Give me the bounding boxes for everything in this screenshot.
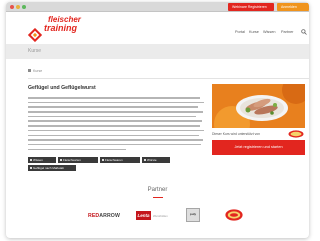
article-body-text [28,97,206,153]
partner-heading: Partner [147,187,168,193]
partner-puly-wordmark: puly [189,212,197,216]
maximize-window-icon[interactable] [22,5,26,9]
page-title: Kurse [28,48,42,54]
browser-title-bar: Webinare Registrieren Anmelden [6,2,309,12]
partner-red-arrow-word2: ARROW [99,213,120,219]
tag-fleischwaren[interactable]: Fleischwaren [100,157,140,163]
browser-window: Webinare Registrieren Anmelden fleischer… [6,2,309,238]
login-button[interactable]: Anmelden [277,3,309,11]
breadcrumb: Kurse [28,69,42,73]
brand-logo-icon[interactable] [28,28,42,42]
home-icon[interactable] [28,69,31,72]
article-title: Geflügel und Geflügelwurst [28,85,96,91]
tag-label: Würste [147,158,157,162]
partner-heading-underline [153,197,163,198]
minimize-window-icon[interactable] [16,5,20,9]
search-icon[interactable] [301,29,307,35]
tag-icon [30,167,32,170]
partner-lenta-subline: Wursthüllen [153,214,168,218]
tag-wissen[interactable]: Wissen [28,157,56,163]
tag-icon [60,159,62,162]
oval-brand-logo[interactable] [225,209,243,221]
partner-lenta-wordmark: Lenta [136,211,151,220]
divider [28,78,309,79]
tag-icon [144,159,146,162]
tag-gefluegel[interactable]: Geflügel nach Maßstab [28,165,76,171]
tag-label: Fleischsorten [63,158,81,162]
brand-name-line2[interactable]: training [44,24,77,33]
tag-icon [30,159,32,162]
tag-fleischsorten[interactable]: Fleischsorten [58,157,98,163]
partner-red-arrow-word1: RED [88,213,100,219]
nav-item-partner[interactable]: Partner [281,30,293,34]
sponsor-logo[interactable] [288,130,304,138]
partner-logo-red-arrow[interactable]: REDARROW [88,213,120,219]
register-button[interactable]: Webinare Registrieren [228,3,274,11]
tag-label: Wissen [33,158,43,162]
tag-icon [102,159,104,162]
close-window-icon[interactable] [10,5,14,9]
nav-item-portal[interactable]: Portal [235,30,245,34]
sausage-platter-image [212,84,305,128]
nav-item-kurse[interactable]: Kurse [249,30,259,34]
tag-wuerste[interactable]: Würste [142,157,170,163]
breadcrumb-item-kurse[interactable]: Kurse [33,69,42,73]
partner-logo-puly[interactable]: puly [186,208,200,222]
tag-label: Geflügel nach Maßstab [33,166,65,170]
register-start-button[interactable]: Jetzt registrieren und starten [212,140,305,155]
nav-item-wissen[interactable]: Wissen [263,30,275,34]
promo-sponsor-caption: Dieser Kurs wird unterstützt von [212,132,261,136]
tag-label: Fleischwaren [105,158,123,162]
course-promo-image[interactable] [212,84,305,128]
page-title-band: Kurse [6,44,309,59]
